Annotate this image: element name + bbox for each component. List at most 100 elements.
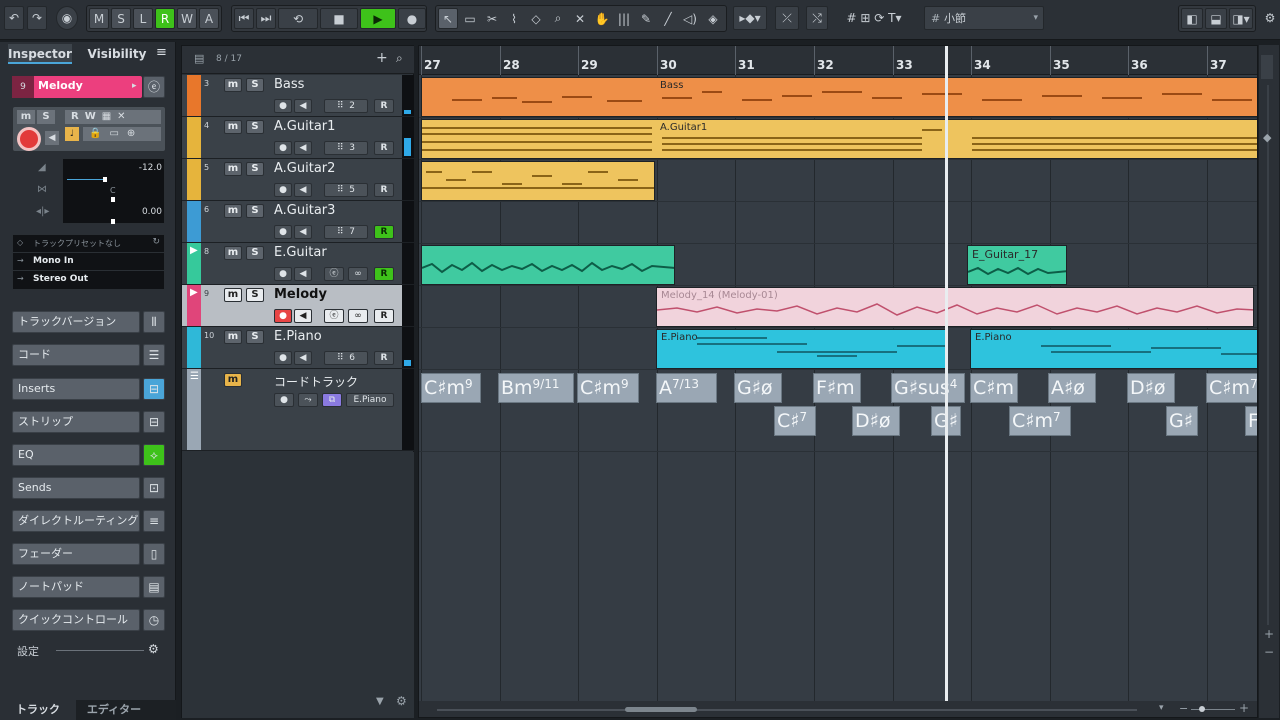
play-tool-icon[interactable]: ◁): [680, 8, 700, 29]
link-icon[interactable]: ∞: [348, 267, 368, 281]
input-routing[interactable]: Mono In: [33, 256, 74, 266]
autoscroll-icon[interactable]: ▸◆▾: [733, 6, 767, 30]
record-enable-icon[interactable]: ●: [274, 351, 292, 365]
solo-button[interactable]: S: [246, 78, 264, 92]
mute-button[interactable]: m: [224, 120, 242, 134]
delay-handle[interactable]: [111, 219, 115, 224]
channel-select[interactable]: ⠿ 6: [324, 351, 368, 365]
chord-event[interactable]: C♯m9: [577, 373, 639, 403]
snap-zero-icon[interactable]: ⤫: [775, 6, 799, 30]
track-name[interactable]: コードトラック: [274, 373, 358, 390]
track-row-aguitar3[interactable]: 6 m S A.Guitar3 ● ◀ ⠿ 7 R: [182, 201, 414, 243]
track-row-epiano[interactable]: 10 m S E.Piano ● ◀ ⠿ 6 R: [182, 327, 414, 369]
section-fader[interactable]: フェーダー: [12, 543, 140, 565]
zoom-out-icon[interactable]: −: [1264, 645, 1274, 659]
add-track-icon[interactable]: +: [376, 50, 388, 66]
monitor-icon[interactable]: ◀: [294, 183, 312, 197]
stop-icon[interactable]: ■: [320, 8, 358, 29]
quick-controls-icon[interactable]: ◷: [143, 609, 165, 631]
solo-button[interactable]: S: [37, 110, 55, 124]
solo-button[interactable]: S: [246, 162, 264, 176]
horizontal-scrollbar-thumb[interactable]: [625, 707, 697, 712]
chord-event[interactable]: C♯m: [970, 373, 1018, 403]
hand-icon[interactable]: ✋: [592, 8, 612, 29]
left-zone-icon[interactable]: ◧: [1181, 8, 1203, 29]
solo-button[interactable]: S: [246, 246, 264, 260]
mute-button[interactable]: m: [224, 373, 242, 387]
zoom-in-icon[interactable]: +: [1239, 701, 1249, 715]
scroll-up-icon[interactable]: [1261, 55, 1273, 79]
read-mode-button[interactable]: R: [155, 8, 175, 29]
read-write-buttons[interactable]: RW▦✕: [65, 110, 161, 124]
track-versions-icon[interactable]: ⫴: [143, 311, 165, 333]
grid-type-icons[interactable]: # ⊞ ⟳ T▾: [830, 6, 918, 30]
chord-event[interactable]: D♯ø: [852, 406, 900, 436]
gear-icon[interactable]: ⚙: [396, 694, 407, 708]
scroll-position-icon[interactable]: ◆: [1263, 131, 1271, 144]
play-icon[interactable]: ▶: [360, 8, 396, 29]
read-automation-button[interactable]: R: [374, 267, 394, 281]
track-name[interactable]: Melody: [274, 287, 327, 302]
inserts-icon[interactable]: ⊟: [143, 378, 165, 400]
timewarp-icon[interactable]: |||: [614, 8, 634, 29]
part-epiano-1[interactable]: E.Piano: [656, 329, 946, 369]
record-enable-button[interactable]: [17, 127, 41, 151]
track-row-bass[interactable]: 3 m S Bass ● ◀ ⠿ 2 R: [182, 75, 414, 117]
solo-button[interactable]: S: [246, 330, 264, 344]
solo-button[interactable]: S: [246, 120, 264, 134]
read-automation-button[interactable]: R: [374, 141, 394, 155]
chord-event[interactable]: Bm9/11: [498, 373, 574, 403]
eq-icon[interactable]: ⟡: [143, 444, 165, 466]
read-automation-button[interactable]: R: [374, 351, 394, 365]
erase-icon[interactable]: ◇: [526, 8, 546, 29]
record-enable-icon[interactable]: ●: [274, 99, 292, 113]
right-zone-icon[interactable]: ◨▾: [1229, 8, 1253, 29]
link-icon[interactable]: ∞: [348, 309, 368, 323]
monitor-icon[interactable]: ◀: [294, 141, 312, 155]
section-chords[interactable]: コード: [12, 344, 140, 366]
tab-editor[interactable]: エディター: [76, 700, 152, 720]
zoom-slider[interactable]: [1191, 709, 1235, 710]
object-select-icon[interactable]: ↖: [438, 8, 458, 29]
note-icon[interactable]: ♩: [65, 127, 79, 141]
chord-event[interactable]: D♯ø: [1127, 373, 1175, 403]
line-icon[interactable]: ╱: [658, 8, 678, 29]
output-routing[interactable]: Stereo Out: [33, 274, 88, 284]
mute-button[interactable]: m: [224, 78, 242, 92]
edit-instrument-icon[interactable]: ⓔ: [143, 76, 165, 98]
track-name-field[interactable]: 9 Melody ▸: [12, 76, 142, 98]
read-automation-button[interactable]: R: [374, 225, 394, 239]
record-icon[interactable]: ●: [398, 8, 426, 29]
project-arrange-area[interactable]: 27 28 29 30 31 32 33 34 35 36 37 Bass A.Guitar1: [418, 45, 1258, 718]
record-enable-icon[interactable]: ●: [274, 267, 292, 281]
playhead-cursor[interactable]: [945, 46, 948, 717]
go-to-end-icon[interactable]: ⏭: [256, 8, 276, 29]
monitor-icon[interactable]: ◀: [45, 131, 59, 145]
part-epiano-2[interactable]: E.Piano: [970, 329, 1257, 369]
monitor-icon[interactable]: ◀: [294, 225, 312, 239]
mute-button[interactable]: m: [224, 204, 242, 218]
mute-tool-icon[interactable]: ✕: [570, 8, 590, 29]
chord-event[interactable]: G♯: [1166, 406, 1198, 436]
record-enable-icon[interactable]: ●: [274, 225, 292, 239]
chords-icon[interactable]: ☰: [143, 344, 165, 366]
timeline-ruler[interactable]: 27 28 29 30 31 32 33 34 35 36 37: [419, 46, 1257, 75]
zoom-out-icon[interactable]: −: [1179, 702, 1188, 715]
section-strip[interactable]: ストリップ: [12, 411, 140, 433]
zoom-slider-handle[interactable]: [1199, 706, 1205, 712]
section-track-versions[interactable]: トラックバージョン: [12, 311, 140, 333]
part-melody[interactable]: Melody_14 (Melody-01): [656, 287, 1254, 327]
track-row-eguitar[interactable]: ▶ 8 m S E.Guitar ● ◀ ⓔ ∞ R: [182, 243, 414, 285]
instrument-select[interactable]: E.Piano: [346, 393, 394, 407]
notepad-icon[interactable]: ▤: [143, 576, 165, 598]
track-name[interactable]: A.Guitar1: [274, 119, 335, 134]
zoom-in-icon[interactable]: +: [1264, 627, 1274, 641]
redo-icon[interactable]: ↷: [27, 6, 47, 30]
solo-button[interactable]: S: [246, 204, 264, 218]
chord-event[interactable]: F: [1245, 406, 1257, 436]
cycle-icon[interactable]: ⟲: [278, 8, 318, 29]
section-eq[interactable]: EQ: [12, 444, 140, 466]
read-automation-button[interactable]: R: [374, 99, 394, 113]
range-select-icon[interactable]: ▭: [460, 8, 480, 29]
mute-button[interactable]: m: [224, 330, 242, 344]
